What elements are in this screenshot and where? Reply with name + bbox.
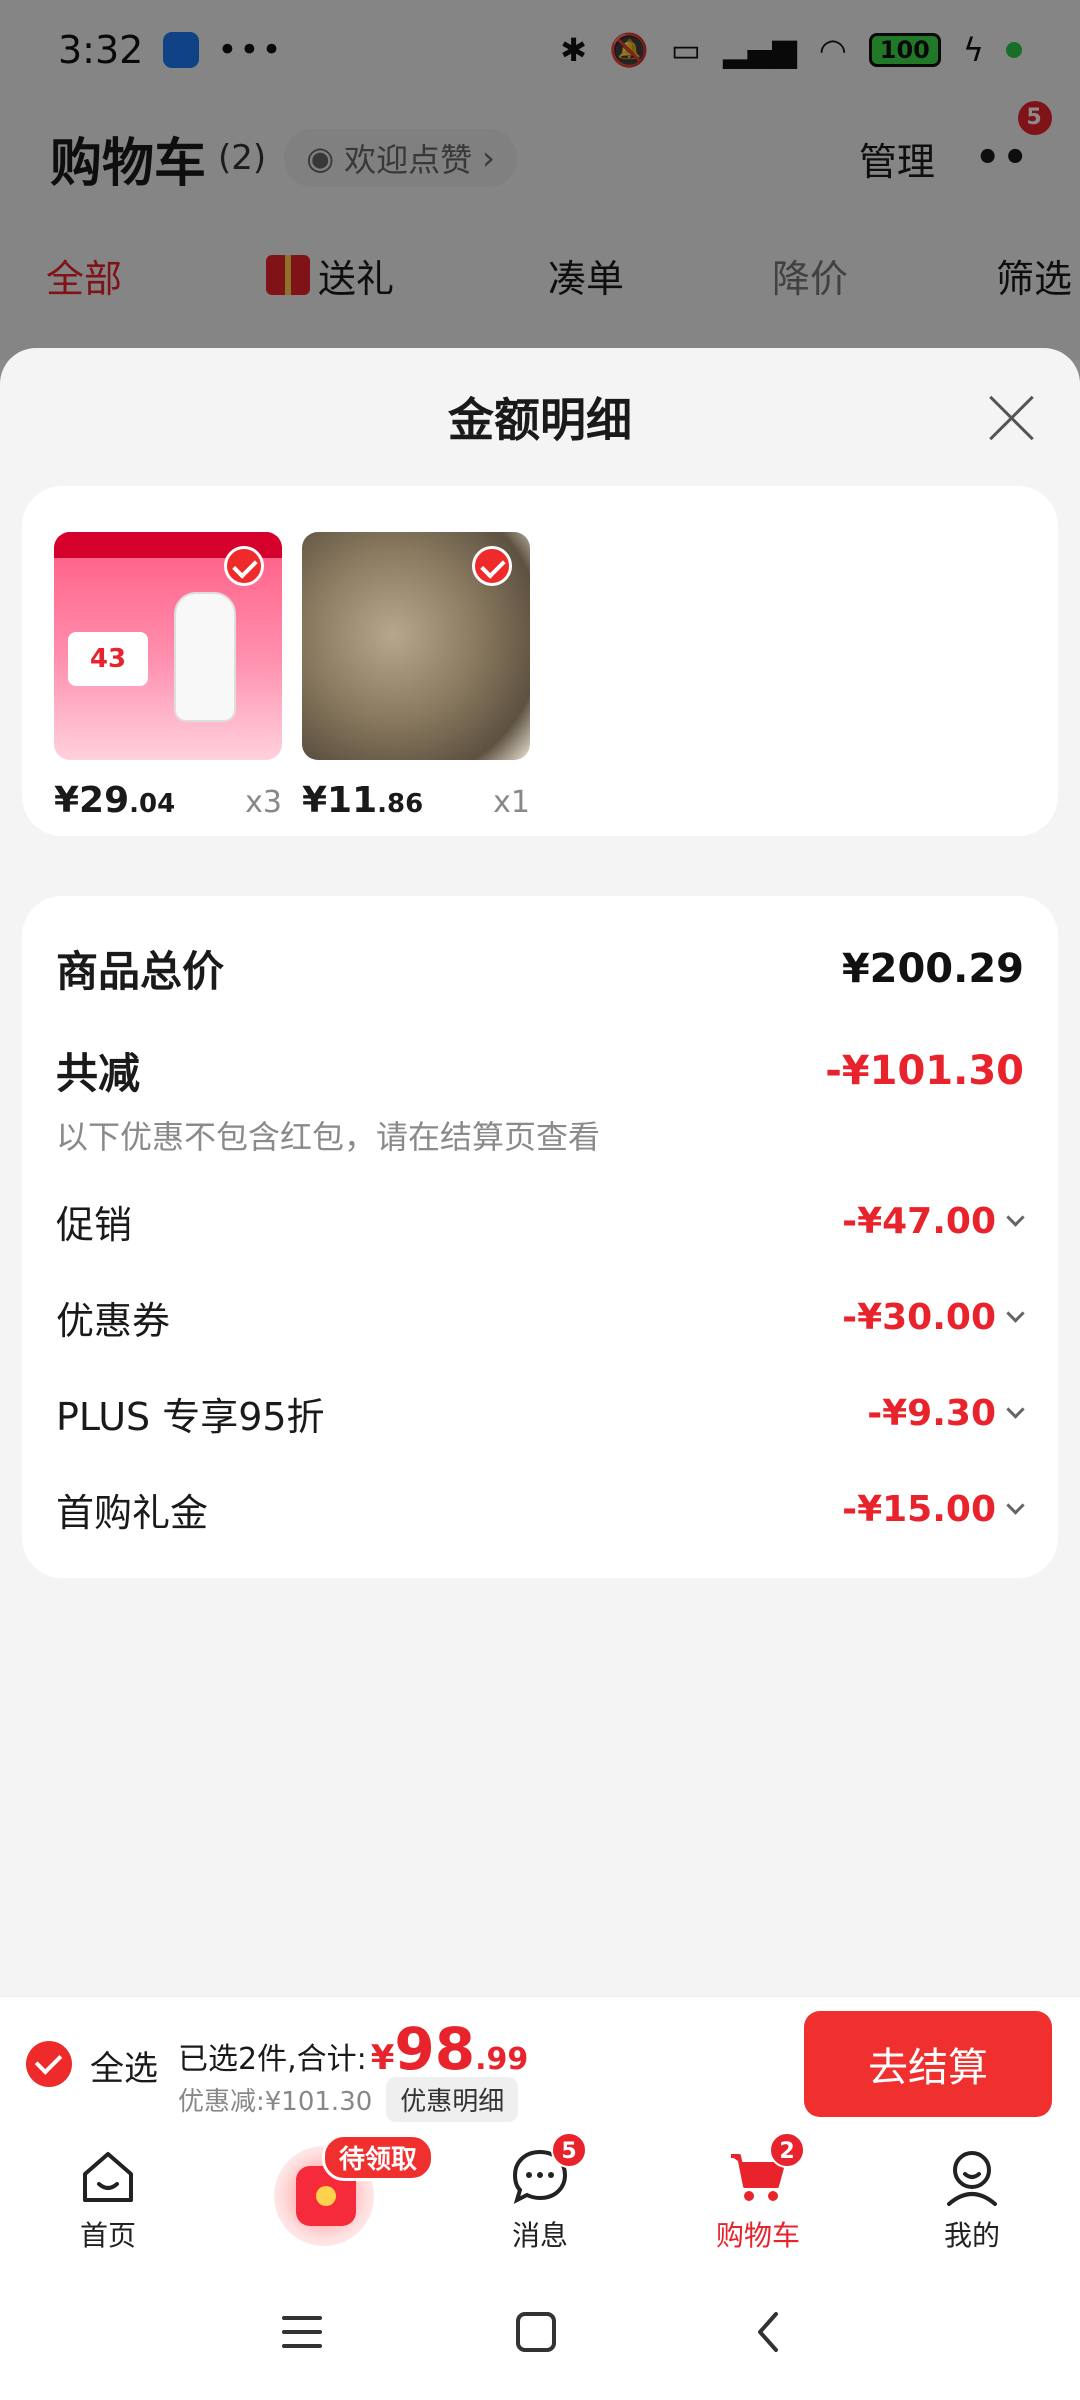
coupon-label: 优惠券 (56, 1299, 171, 1343)
product-image-price: 43 (68, 632, 148, 686)
product-item[interactable]: ¥11 .86 x1 (302, 532, 530, 821)
total-reduce-value: -¥101.30 (825, 1047, 1024, 1094)
total-price-value: ¥200.29 (841, 945, 1024, 992)
total-amount-integer: 98 (394, 2015, 476, 2083)
products-card: 43 ¥29 .04 x3 ¥11 .86 x1 (22, 486, 1058, 836)
product-item[interactable]: 43 ¥29 .04 x3 (54, 532, 282, 821)
chevron-down-icon[interactable] (1006, 1309, 1024, 1327)
selected-count-text: 已选2件,合计: (178, 2042, 367, 2077)
product-price-integer: ¥29 (54, 780, 130, 821)
promo-tag: 待领取 (322, 2134, 435, 2181)
promotion-value: -¥47.00 (842, 1201, 996, 1242)
first-purchase-gift-label: 首购礼金 (56, 1491, 209, 1535)
selected-summary: 已选2件,合计: ¥ 98 .99 (178, 2015, 528, 2083)
select-all-checkbox[interactable] (26, 2041, 72, 2087)
modal-overlay[interactable] (0, 0, 1080, 360)
nav-messages-label: 消息 (511, 2219, 568, 2252)
plus-discount-row[interactable]: PLUS 专享95折 -¥9.30 (56, 1386, 1024, 1441)
chevron-down-icon[interactable] (1006, 1405, 1024, 1423)
discount-summary: 优惠减:¥101.30 优惠明细 (178, 2077, 519, 2122)
close-icon[interactable] (986, 392, 1036, 442)
total-reduce-row: 共减 -¥101.30 (56, 1040, 1024, 1101)
select-all-label[interactable]: 全选 (90, 2041, 158, 2090)
promotion-label: 促销 (56, 1203, 133, 1247)
selected-check-icon (224, 546, 264, 586)
sheet-title: 金额明细 (448, 393, 632, 447)
nav-cart-label: 购物车 (715, 2219, 800, 2252)
product-price-decimal: .04 (129, 789, 176, 819)
product-price-row: ¥29 .04 x3 (54, 780, 282, 821)
chevron-down-icon[interactable] (1006, 1501, 1024, 1519)
user-icon (941, 2146, 1003, 2208)
coupon-row[interactable]: 优惠券 -¥30.00 (56, 1290, 1024, 1345)
product-image[interactable] (302, 532, 530, 760)
total-currency: ¥ (370, 2038, 395, 2078)
first-purchase-gift-value: -¥15.00 (842, 1489, 996, 1530)
nav-messages[interactable]: 5 消息 (470, 2132, 610, 2254)
system-nav-bar (0, 2270, 1080, 2400)
total-reduce-label: 共减 (56, 1049, 141, 1098)
checkout-button[interactable]: 去结算 (804, 2011, 1052, 2117)
discount-note: 以下优惠不包含红包，请在结算页查看 (56, 1118, 601, 1156)
discount-amount-text: 优惠减:¥101.30 (178, 2087, 373, 2117)
total-amount-decimal: .99 (475, 2042, 529, 2077)
product-price-integer: ¥11 (302, 780, 378, 821)
discount-detail-button[interactable]: 优惠明细 (386, 2077, 519, 2122)
product-quantity: x1 (493, 785, 530, 820)
coupon-value: -¥30.00 (842, 1297, 996, 1338)
recents-icon[interactable] (280, 2310, 324, 2358)
bottom-nav: 首页 待领取 5 消息 2 购物车 我的 (0, 2130, 1080, 2270)
nav-me[interactable]: 我的 (902, 2146, 1042, 2254)
back-icon[interactable] (748, 2310, 792, 2358)
product-price-decimal: .86 (377, 789, 424, 819)
bottle-image (174, 592, 236, 722)
price-summary-card: 商品总价 ¥200.29 共减 -¥101.30 以下优惠不包含红包，请在结算页… (22, 896, 1058, 1578)
nav-me-label: 我的 (943, 2219, 1000, 2252)
product-price-row: ¥11 .86 x1 (302, 780, 530, 821)
plus-discount-value: -¥9.30 (867, 1393, 996, 1434)
product-quantity: x3 (245, 785, 282, 820)
first-purchase-gift-row[interactable]: 首购礼金 -¥15.00 (56, 1482, 1024, 1537)
home-icon (77, 2146, 139, 2208)
plus-discount-label: PLUS 专享95折 (56, 1395, 325, 1439)
nav-home[interactable]: 首页 (38, 2146, 178, 2254)
promotion-row[interactable]: 促销 -¥47.00 (56, 1194, 1024, 1249)
selected-check-icon (472, 546, 512, 586)
messages-badge: 5 (551, 2132, 587, 2168)
home-button-icon[interactable] (514, 2310, 558, 2358)
total-price-row: 商品总价 ¥200.29 (56, 938, 1024, 999)
amount-detail-sheet: 金额明细 43 ¥29 .04 x3 ¥11 .86 x1 商品总价 ¥200.… (0, 348, 1080, 1996)
nav-home-label: 首页 (79, 2219, 136, 2252)
nav-cart[interactable]: 2 购物车 (688, 2132, 828, 2254)
total-price-label: 商品总价 (56, 947, 225, 996)
nav-promo-redpacket[interactable]: 待领取 (270, 2134, 435, 2254)
message-icon: 5 (509, 2132, 587, 2208)
checkout-bar: 全选 已选2件,合计: ¥ 98 .99 优惠减:¥101.30 优惠明细 去结… (0, 1996, 1080, 2130)
product-image[interactable]: 43 (54, 532, 282, 760)
cart-badge: 2 (769, 2132, 805, 2168)
cart-icon: 2 (727, 2132, 805, 2208)
chevron-down-icon[interactable] (1006, 1213, 1024, 1231)
